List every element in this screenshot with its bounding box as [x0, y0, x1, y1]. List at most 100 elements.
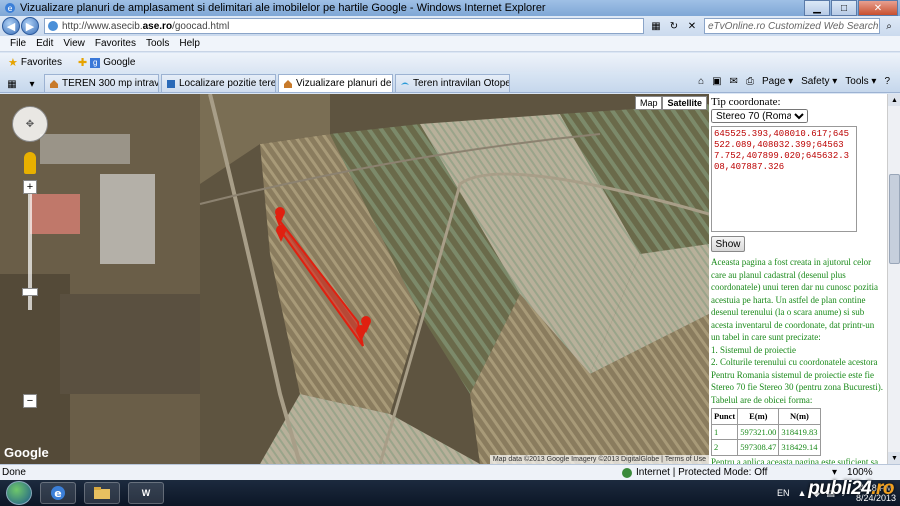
map-type-satellite-button[interactable]: Satellite [662, 96, 707, 110]
table-header: E(m) [737, 408, 780, 425]
language-indicator[interactable]: EN [777, 488, 790, 498]
tab-label: Vizualizare planuri de a... [296, 78, 392, 89]
start-button-icon[interactable] [6, 481, 32, 505]
folder-icon [94, 487, 110, 499]
map-type-map-button[interactable]: Map [634, 96, 663, 110]
ie-logo-icon: e [51, 486, 65, 500]
google-icon: g [90, 57, 101, 68]
menu-favorites[interactable]: Favorites [95, 38, 136, 49]
tab-localizare[interactable]: Localizare pozitie teren du... [161, 74, 276, 92]
zoom-out-button[interactable]: − [23, 394, 37, 408]
forward-arrow-icon[interactable]: ▶ [21, 17, 39, 35]
tab-label: Teren intravilan Otopeni 9... [413, 78, 510, 89]
table-header: N(m) [778, 408, 821, 425]
info-text: Aceasta pagina a fost creata in ajutorul… [710, 256, 885, 465]
tab-otopeni[interactable]: Teren intravilan Otopeni 9... [395, 74, 510, 92]
taskbar-word-icon[interactable]: W [128, 482, 164, 504]
zoom-slider-thumb[interactable] [22, 288, 38, 296]
print-icon[interactable]: ⎙ [746, 76, 754, 87]
star-icon: ★ [8, 57, 18, 69]
table-cell: 318419.83 [778, 423, 821, 440]
tools-menu[interactable]: Tools ▾ [845, 76, 876, 87]
search-placeholder: eTvOnline.ro Customized Web Search [708, 20, 879, 32]
search-icon[interactable]: ⌕ [882, 19, 896, 33]
page-menu[interactable]: Page ▾ [762, 76, 793, 87]
publi24-watermark: publi24.ro [808, 478, 894, 500]
url-host: ase.ro [142, 20, 173, 32]
svg-text:e: e [8, 4, 13, 13]
bird-icon [401, 82, 409, 85]
menu-file[interactable]: File [10, 38, 26, 49]
favorites-google-link[interactable]: ✚ g Google [78, 56, 135, 69]
refresh-icon[interactable]: ↻ [666, 18, 682, 34]
coordinates-textarea[interactable]: 645525.393,408010.617;645522.089,408032.… [711, 126, 857, 232]
table-cell: 2 [710, 439, 739, 456]
map-attribution[interactable]: Map data ©2013 Google Imagery ©2013 Digi… [489, 455, 709, 464]
menu-help[interactable]: Help [179, 38, 200, 49]
coordinates-panel: Tip coordonate: Stereo 70 (Romania) 6455… [709, 94, 887, 464]
search-input[interactable]: eTvOnline.ro Customized Web Search [704, 18, 880, 34]
stop-icon[interactable]: ✕ [684, 18, 700, 34]
menu-view[interactable]: View [63, 38, 85, 49]
tab-teren-300[interactable]: TEREN 300 mp intravilan, ... [44, 74, 159, 92]
minimize-icon[interactable]: ▁ [804, 0, 830, 16]
tab-label: Localizare pozitie teren du... [179, 78, 276, 89]
back-arrow-icon[interactable]: ◀ [2, 17, 20, 35]
tab-list-icon[interactable]: ▾ [24, 76, 40, 92]
info-footer-note: Pentru a aplica aceasta pagina este sufi… [711, 456, 879, 465]
feeds-icon[interactable]: ▣ [712, 76, 721, 87]
map-type-control: Map Satellite [634, 96, 707, 110]
google-label: Google [103, 57, 136, 68]
maximize-icon[interactable]: □ [831, 0, 857, 16]
watermark-brand: publi24 [808, 478, 872, 499]
pan-control-icon[interactable]: ✥ [12, 106, 48, 142]
favorites-label: Favorites [20, 57, 62, 68]
menu-edit[interactable]: Edit [36, 38, 53, 49]
svg-text:e: e [54, 487, 61, 500]
taskbar-ie-icon[interactable]: e [40, 482, 76, 504]
url-input[interactable]: http://www.asecib. ase.ro/goocad.html [44, 18, 644, 34]
info-item-1: 1. Sistemul de proiectie [711, 344, 796, 355]
window-title: Vizualizare planuri de amplasament si de… [20, 2, 546, 14]
home-icon[interactable]: ⌂ [698, 76, 704, 87]
tray-arrow-icon[interactable]: ▲ [798, 488, 807, 498]
globe-icon [48, 21, 58, 31]
page-icon [167, 79, 175, 88]
info-paragraph: Aceasta pagina a fost creata in ajutorul… [711, 257, 878, 342]
quick-tabs-icon[interactable]: ▦ [4, 76, 20, 92]
scroll-down-icon[interactable]: ▼ [888, 452, 900, 464]
scroll-thumb[interactable] [889, 174, 900, 264]
mail-icon[interactable]: ✉ [730, 76, 738, 87]
internet-zone-icon [622, 467, 632, 478]
favorites-button[interactable]: ★ Favorites [8, 56, 62, 69]
menu-tools[interactable]: Tools [146, 38, 169, 49]
taskbar-explorer-icon[interactable] [84, 482, 120, 504]
favorites-bar: ★ Favorites ✚ g Google [0, 53, 900, 72]
url-suffix: /goocad.html [172, 20, 230, 32]
zoom-in-button[interactable]: + [23, 180, 37, 194]
zoom-level[interactable]: 100% [847, 467, 873, 478]
scroll-up-icon[interactable]: ▲ [888, 94, 900, 106]
table-cell: 597308.47 [737, 439, 780, 456]
page-scrollbar[interactable]: ▲ ▼ [887, 94, 900, 464]
info-table-note: Tabelul are de obicei forma: [711, 394, 813, 405]
watermark-tld: .ro [871, 478, 894, 499]
add-favorite-icon: ✚ [78, 57, 88, 69]
menu-bar: File Edit View Favorites Tools Help [0, 36, 900, 52]
close-icon[interactable]: ✕ [858, 0, 898, 16]
coord-type-select[interactable]: Stereo 70 (Romania) [711, 109, 808, 123]
info-item-2: 2. Colturile terenului cu coordonatele a… [711, 357, 878, 367]
safety-menu[interactable]: Safety ▾ [801, 76, 837, 87]
help-icon[interactable]: ? [884, 76, 890, 87]
street-view-pegman-icon[interactable] [24, 152, 36, 174]
security-zone[interactable]: Internet | Protected Mode: Off [622, 467, 832, 478]
protected-mode-icon[interactable]: ▾ [832, 467, 837, 478]
satellite-map[interactable]: Map Satellite ✥ + − Google Map data ©201… [0, 94, 709, 464]
tab-vizualizare[interactable]: Vizualizare planuri de a... ✕ [278, 74, 393, 92]
info-romania-note: Pentru Romania sistemul de proiectie est… [711, 369, 883, 393]
table-row: 2 597308.47 318429.14 [710, 439, 821, 456]
show-button[interactable]: Show [711, 236, 745, 252]
tab-bar: ▦ ▾ TEREN 300 mp intravilan, ... Localiz… [0, 72, 900, 93]
compatibility-icon[interactable]: ▦ [648, 18, 664, 34]
house-icon [50, 79, 58, 88]
